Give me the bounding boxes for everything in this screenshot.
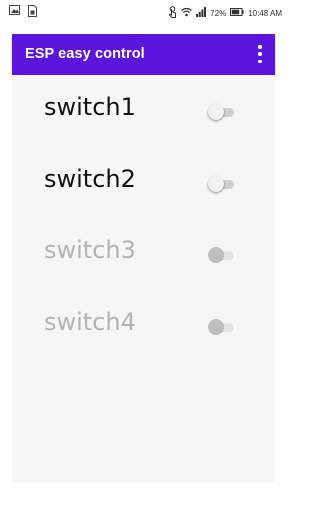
battery-percent: 72% bbox=[210, 8, 227, 18]
switch-toggle bbox=[208, 318, 236, 338]
switch-label: switch3 bbox=[44, 236, 136, 264]
toggle-thumb bbox=[208, 247, 224, 263]
switch-row-3: switch3 bbox=[12, 228, 275, 288]
switch-row-2[interactable]: switch2 bbox=[12, 157, 275, 217]
sim-card-icon bbox=[28, 5, 37, 19]
clock: 10:48 AM bbox=[248, 8, 282, 18]
switch-label: switch4 bbox=[44, 308, 136, 336]
toggle-thumb bbox=[208, 319, 224, 335]
toggle-thumb bbox=[208, 176, 224, 192]
touch-icon bbox=[168, 6, 177, 20]
battery-icon bbox=[230, 8, 244, 18]
toggle-thumb bbox=[208, 104, 224, 120]
switch-list: switch1 switch2 switch3 switch4 bbox=[12, 75, 275, 483]
switch-row-4: switch4 bbox=[12, 300, 275, 360]
overflow-menu-icon[interactable] bbox=[255, 45, 265, 63]
app-title: ESP easy control bbox=[25, 46, 145, 62]
switch-toggle[interactable] bbox=[208, 175, 236, 195]
wifi-icon bbox=[181, 7, 193, 19]
signal-icon bbox=[196, 7, 207, 19]
status-bar: 72% 10:48 AM bbox=[0, 0, 288, 22]
switch-row-1[interactable]: switch1 bbox=[12, 85, 275, 145]
image-icon bbox=[9, 5, 20, 19]
switch-label: switch2 bbox=[44, 165, 136, 193]
app-bar: ESP easy control bbox=[12, 34, 275, 75]
switch-label: switch1 bbox=[44, 93, 136, 121]
switch-toggle[interactable] bbox=[208, 103, 236, 123]
switch-toggle bbox=[208, 246, 236, 266]
